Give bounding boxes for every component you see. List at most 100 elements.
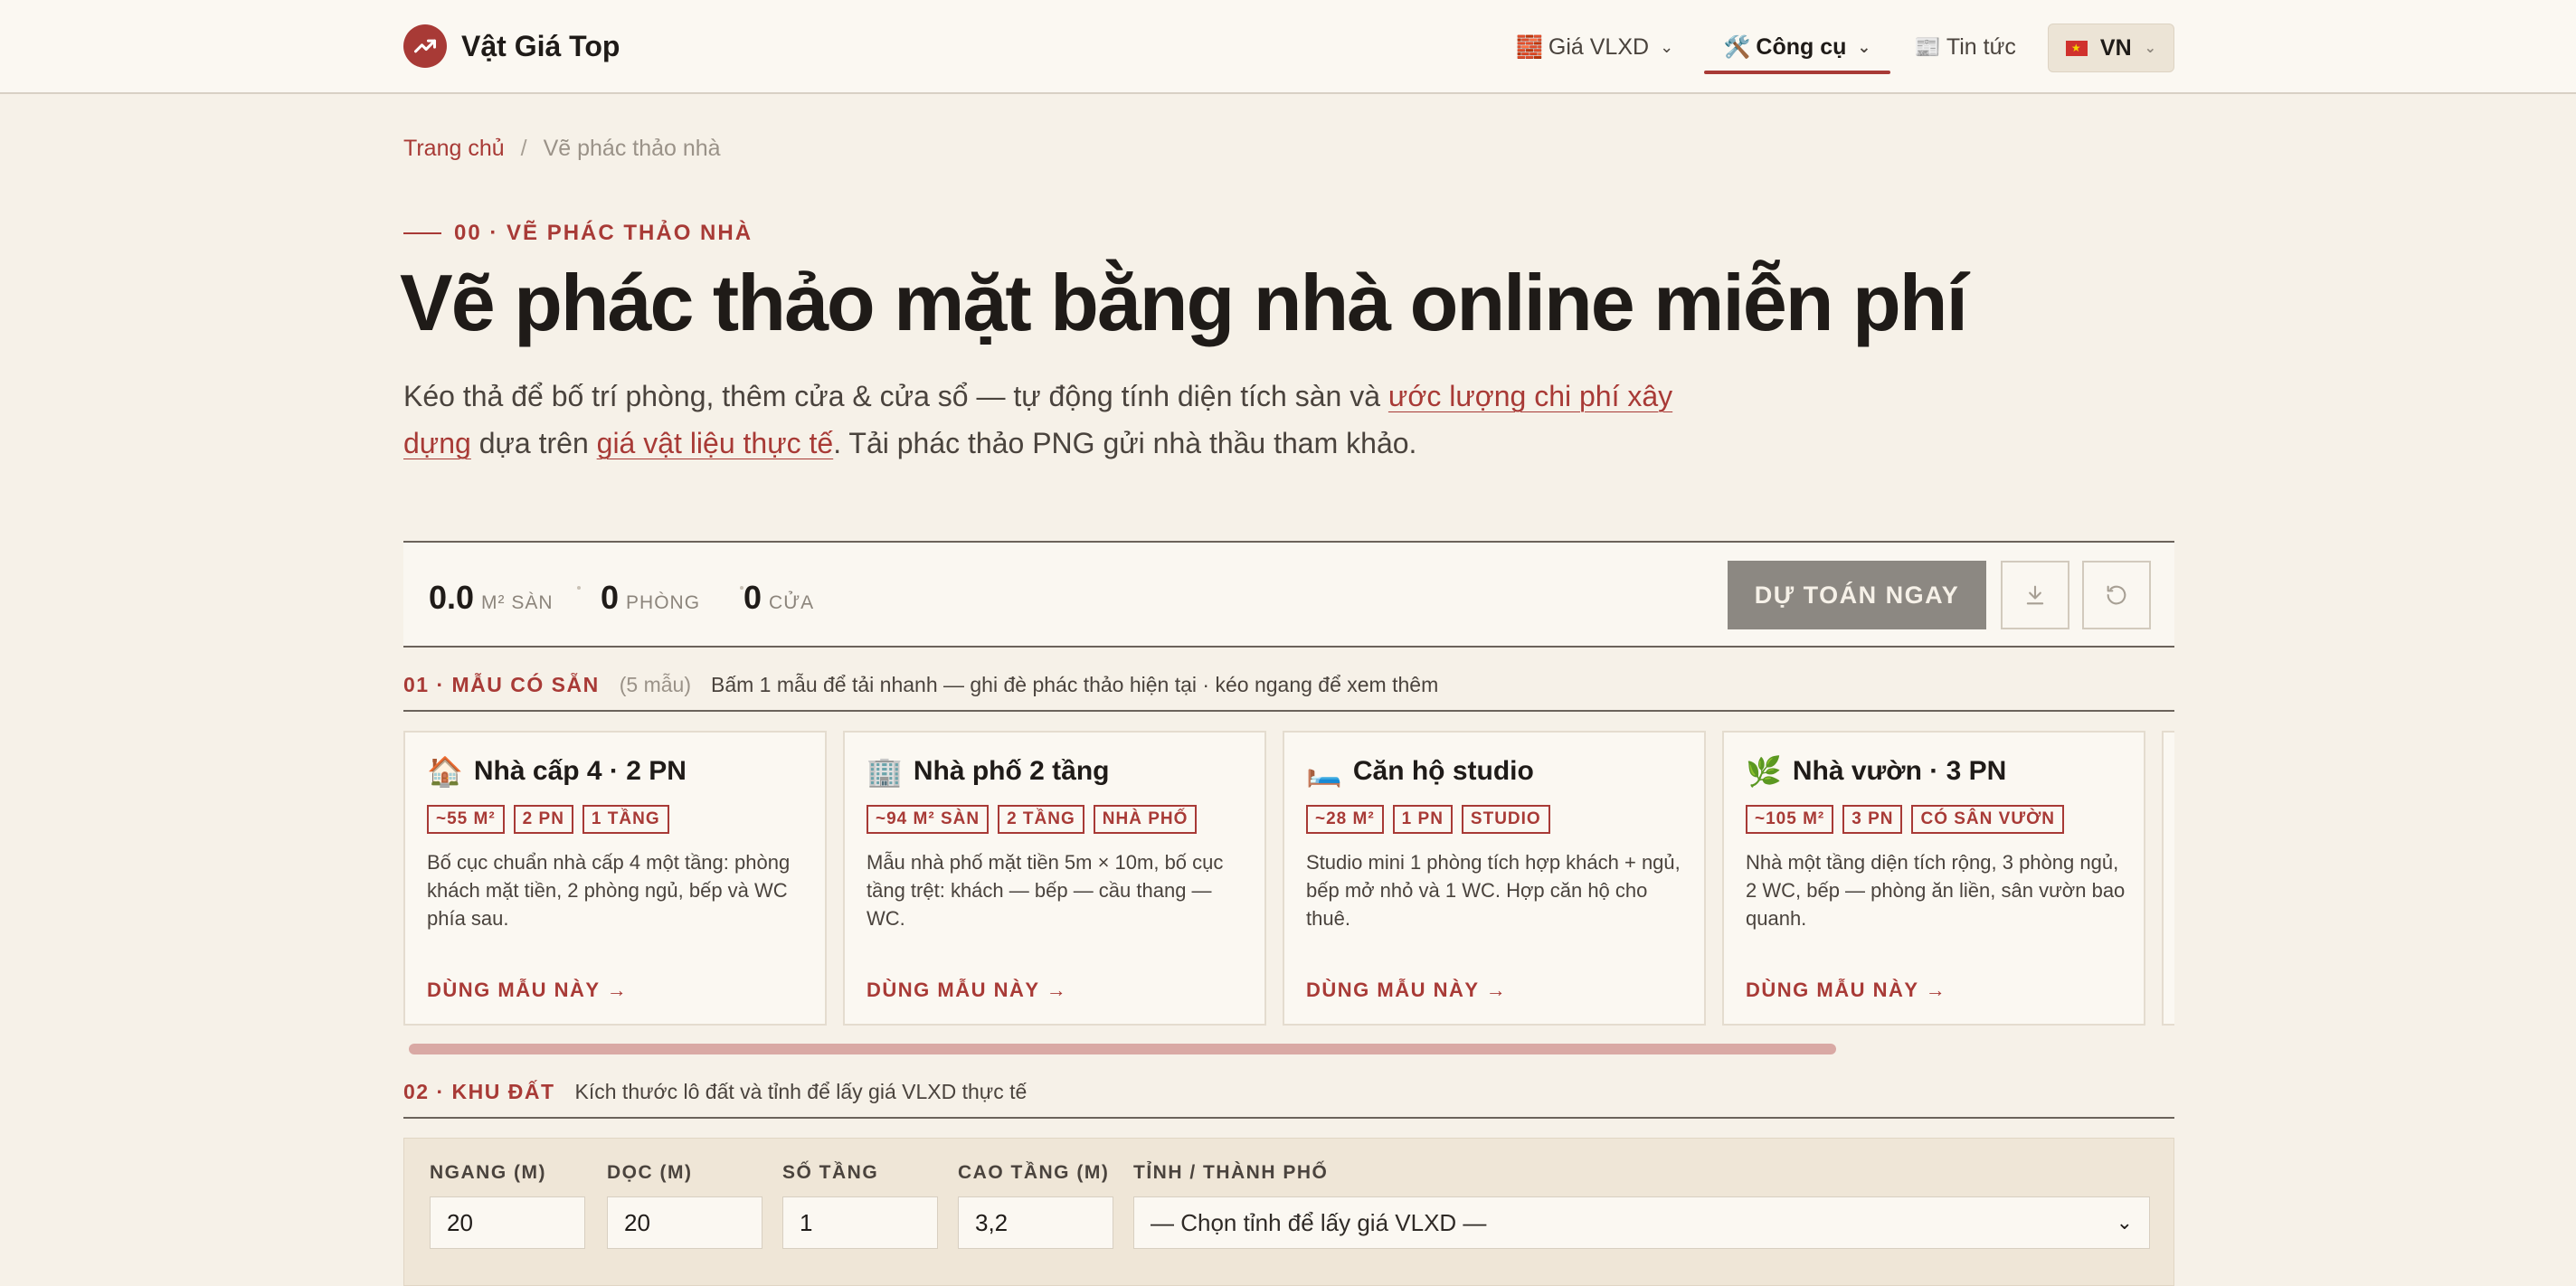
template-card-nha-cap-4[interactable]: 🏠 Nhà cấp 4 · 2 PN ~55 M² 2 PN 1 TẦNG Bố … — [403, 731, 827, 1026]
field-label: SỐ TẦNG — [782, 1162, 879, 1183]
nav-item-tin-tuc[interactable]: 📰 Tin tức — [1914, 22, 2016, 72]
reset-button[interactable] — [2082, 561, 2151, 629]
card-tag: 3 PN — [1842, 805, 1903, 834]
card-title-text: Nhà phố 2 tầng — [913, 756, 1110, 786]
language-selector[interactable]: VN ⌄ — [2048, 24, 2174, 72]
card-title: 🏠 Nhà cấp 4 · 2 PN — [427, 754, 687, 789]
province-select[interactable]: — Chọn tỉnh để lấy giá VLXD — ⌄ — [1133, 1196, 2150, 1249]
card-description: Bố cục chuẩn nhà cấp 4 một tầng: phòng k… — [427, 851, 791, 930]
download-png-button[interactable] — [2001, 561, 2069, 629]
card-title: 🌿 Nhà vườn · 3 PN — [1746, 754, 2006, 789]
field-floors: SỐ TẦNG 1 — [782, 1162, 938, 1249]
card-tags: ~105 M² 3 PN CÓ SÂN VƯỜN — [1746, 805, 2073, 834]
brand-name: Vật Giá Top — [461, 29, 620, 62]
building-icon: 🏢 — [867, 755, 903, 788]
rooms-value: 0 — [601, 579, 620, 616]
template-card-studio[interactable]: 🛏️ Căn hộ studio ~28 M² 1 PN STUDIO Studi… — [1283, 731, 1706, 1026]
template-card-nha-pho[interactable]: 🏢 Nhà phố 2 tầng ~94 M² SÀN 2 TẦNG NHÀ PH… — [843, 731, 1266, 1026]
floor-area-unit: M² SÀN — [481, 592, 554, 613]
stats-toolbar: 0.0 M² SÀN 0 PHÒNG 0 CỬA DỰ TOÁN NGAY — [403, 541, 2174, 648]
land-section-header: 02 · KHU ĐẤT Kích thước lô đất và tỉnh đ… — [403, 1080, 2174, 1119]
card-tag: NHÀ PHỐ — [1093, 805, 1198, 834]
province-selected-value: — Chọn tỉnh để lấy giá VLXD — — [1151, 1208, 1487, 1236]
material-price-link[interactable]: giá vật liệu thực tế — [597, 427, 834, 459]
templates-section-header: 01 · MẪU CÓ SẴN (5 mẫu) Bấm 1 mẫu để tải… — [403, 673, 2174, 712]
card-tag: ~105 M² — [1746, 805, 1834, 834]
newspaper-icon: 📰 — [1914, 34, 1941, 60]
nav-item-cong-cu[interactable]: 🛠️ Công cụ ⌄ — [1704, 22, 1890, 74]
use-template-link[interactable]: DÙNG MẪU NÀY → — [1746, 979, 1946, 1002]
field-label: DỌC (M) — [607, 1162, 693, 1183]
top-navbar: Vật Giá Top 🧱 Giá VLXD ⌄ 🛠️ Công cụ ⌄ 📰 … — [0, 0, 2576, 94]
chevron-down-icon: ⌄ — [1660, 37, 1674, 56]
house-icon: 🏠 — [427, 755, 463, 788]
card-title-text: Nhà cấp 4 · 2 PN — [473, 756, 687, 786]
card-tag: STUDIO — [1461, 805, 1550, 834]
card-description: Mẫu nhà phố mặt tiền 5m × 10m, bố cục tầ… — [867, 851, 1224, 930]
width-input[interactable]: 20 — [430, 1196, 585, 1249]
card-tags: ~28 M² 1 PN STUDIO — [1306, 805, 1559, 834]
page-title: Vẽ phác thảo mặt bằng nhà online miễn ph… — [400, 258, 1968, 347]
estimate-now-button[interactable]: DỰ TOÁN NGAY — [1728, 561, 1986, 629]
chevron-down-icon: ⌄ — [2144, 41, 2157, 56]
leaf-icon: 🌿 — [1746, 755, 1782, 788]
reset-icon — [2107, 585, 2126, 605]
section-label: 01 · MẪU CÓ SẴN — [403, 673, 600, 696]
section-hint: Kích thước lô đất và tỉnh để lấy giá VLX… — [574, 1080, 1028, 1103]
language-code: VN — [2099, 34, 2132, 61]
stat-floor-area: 0.0 M² SÀN — [429, 579, 554, 617]
desc-text: dựa trên — [470, 427, 597, 459]
section-label: 02 · KHU ĐẤT — [403, 1080, 555, 1103]
trend-up-icon — [403, 24, 447, 68]
card-tag: CÓ SÂN VƯỜN — [1911, 805, 2065, 834]
doors-value: 0 — [743, 579, 762, 616]
chevron-down-icon: ⌄ — [1857, 37, 1871, 56]
eyebrow-dash — [403, 232, 441, 234]
card-title: 🛏️ Căn hộ studio — [1306, 754, 1534, 789]
bed-icon: 🛏️ — [1306, 755, 1342, 788]
card-tag: ~28 M² — [1306, 805, 1384, 834]
use-template-link[interactable]: DÙNG MẪU NÀY → — [427, 979, 628, 1002]
card-title-text: Căn hộ studio — [1352, 756, 1534, 786]
card-tag: 2 PN — [513, 805, 573, 834]
stat-rooms: 0 PHÒNG — [601, 579, 700, 617]
length-input[interactable]: 20 — [607, 1196, 762, 1249]
brand-logo[interactable]: Vật Giá Top — [403, 24, 620, 68]
nav-label: Tin tức — [1946, 33, 2016, 60]
card-tags: ~94 M² SÀN 2 TẦNG NHÀ PHỐ — [867, 805, 1206, 834]
template-card-partial[interactable] — [2162, 731, 2174, 1026]
template-card-nha-vuon[interactable]: 🌿 Nhà vườn · 3 PN ~105 M² 3 PN CÓ SÂN VƯỜ… — [1722, 731, 2145, 1026]
field-label: NGANG (M) — [430, 1162, 546, 1183]
card-tag: ~55 M² — [427, 805, 505, 834]
use-template-link[interactable]: DÙNG MẪU NÀY → — [1306, 979, 1507, 1002]
floors-input[interactable]: 1 — [782, 1196, 938, 1249]
template-count: (5 mẫu) — [619, 673, 691, 696]
field-floor-height: CAO TẦNG (M) 3,2 — [958, 1162, 1113, 1249]
land-form: NGANG (M) 20 DỌC (M) 20 SỐ TẦNG 1 CAO TẦ… — [403, 1138, 2174, 1286]
stat-doors: 0 CỬA — [743, 579, 814, 617]
card-description: Studio mini 1 phòng tích hợp khách + ngủ… — [1306, 851, 1681, 930]
card-description: Nhà một tầng diện tích rộng, 3 phòng ngủ… — [1746, 851, 2126, 930]
field-label: CAO TẦNG (M) — [958, 1162, 1110, 1183]
nav-label: Giá VLXD — [1548, 33, 1650, 60]
carousel-scrollbar[interactable] — [409, 1044, 1836, 1054]
card-tag: 1 PN — [1392, 805, 1453, 834]
card-tag: 2 TẦNG — [998, 805, 1084, 834]
stat-divider-dot — [577, 586, 581, 590]
download-icon — [2026, 585, 2044, 605]
card-title-text: Nhà vườn · 3 PN — [1792, 756, 2007, 786]
tools-icon: 🛠️ — [1723, 34, 1751, 60]
brick-icon: 🧱 — [1516, 34, 1543, 60]
card-tags: ~55 M² 2 PN 1 TẦNG — [427, 805, 678, 834]
breadcrumb-home-link[interactable]: Trang chủ — [403, 136, 505, 162]
floor-height-input[interactable]: 3,2 — [958, 1196, 1113, 1249]
card-title: 🏢 Nhà phố 2 tầng — [867, 754, 1110, 789]
use-template-link[interactable]: DÙNG MẪU NÀY → — [867, 979, 1067, 1002]
vietnam-flag-icon — [2065, 40, 2088, 56]
breadcrumb-separator: / — [520, 136, 527, 161]
nav-item-gia-vlxd[interactable]: 🧱 Giá VLXD ⌄ — [1516, 22, 1673, 72]
chevron-down-icon: ⌄ — [2116, 1211, 2133, 1234]
card-tag: 1 TẦNG — [582, 805, 669, 834]
floor-area-value: 0.0 — [429, 579, 475, 616]
template-carousel[interactable]: 🏠 Nhà cấp 4 · 2 PN ~55 M² 2 PN 1 TẦNG Bố … — [403, 731, 2174, 1026]
